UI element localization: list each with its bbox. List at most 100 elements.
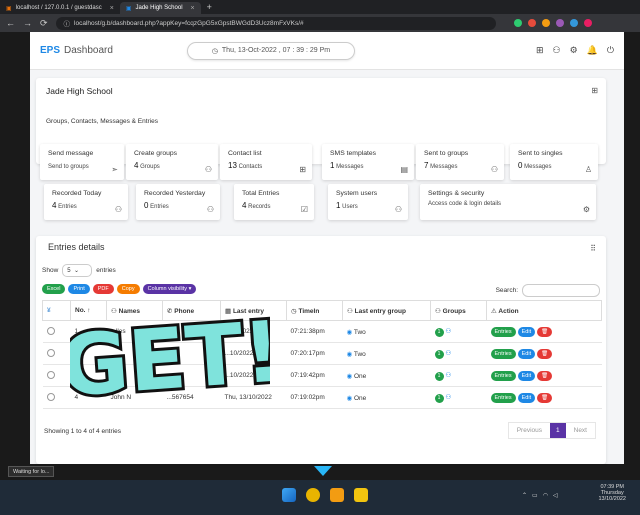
wifi-icon[interactable]: ◠ [543, 492, 548, 499]
row-radio[interactable] [46, 370, 55, 379]
dashboard-header: EPS Dashboard ◷ Thu, 13-Oct-2022 , 07 : … [30, 32, 624, 70]
clock[interactable]: 07:39 PM Thursday 13/10/2022 [598, 484, 626, 502]
grid-icon[interactable]: ⠿ [590, 244, 596, 253]
power-icon[interactable]: ⏻ [607, 45, 614, 56]
eye-icon[interactable]: ◉ [347, 395, 353, 402]
prev-page-button[interactable]: Previous [509, 423, 550, 438]
groups-badge: 1 [434, 393, 444, 403]
extension-icon[interactable] [555, 19, 564, 27]
user-add-icon: ⚇ [206, 205, 214, 214]
browser-tab[interactable]: ▣ localhost / 127.0.0.1 / guestdasc × [0, 2, 120, 14]
stat-sent-to-groups[interactable]: Sent to groups 7 Messages ⚇ [416, 144, 504, 180]
group-icon[interactable]: ⚇ [445, 350, 451, 357]
delete-icon[interactable]: 🗑 [537, 326, 553, 337]
edit-button[interactable]: Edit [517, 370, 536, 381]
volume-icon[interactable]: ◁ [553, 492, 558, 499]
header-actions: ⊞ ⚇ ⚙ 🔔 ⏻ [536, 45, 614, 56]
school-name: Jade High School [46, 86, 113, 96]
browser-tab-active[interactable]: ▣ Jade High School × [119, 2, 201, 14]
datetime-display: ◷ Thu, 13-Oct-2022 , 07 : 39 : 29 Pm [186, 41, 355, 60]
taskbar: ⌃ ▭ ◠ ◁ 07:39 PM Thursday 13/10/2022 [0, 480, 640, 515]
profile-avatar[interactable] [583, 19, 592, 27]
stat-sent-to-singles[interactable]: Sent to singles 0 Messages ♙ [510, 144, 598, 180]
url-text: localhost/g.b/dashboard.php?appKey=fcqzG… [74, 19, 304, 27]
forward-icon[interactable]: → [23, 18, 32, 28]
stat-send-message[interactable]: Send message Send to groups ➣ [40, 144, 124, 180]
url-field[interactable]: ⓘ localhost/g.b/dashboard.php?appKey=fcq… [55, 16, 496, 30]
entries-button[interactable]: Entries [490, 392, 516, 403]
info-icon: ⓘ [63, 21, 71, 28]
group-icon: ⚇ [204, 165, 212, 174]
length-control: Show 5 ⌄ entries [42, 264, 116, 277]
extension-icon[interactable] [541, 19, 550, 27]
print-button[interactable]: Print [68, 284, 90, 294]
copy-button[interactable]: Copy [116, 284, 140, 294]
group-icon[interactable]: ⚇ [445, 328, 451, 335]
next-page-button[interactable]: Next [566, 423, 595, 438]
pagination: Previous 1 Next [507, 422, 596, 439]
eye-icon[interactable]: ◉ [347, 329, 353, 336]
gear-icon[interactable]: ⚙ [570, 45, 578, 56]
group-icon[interactable]: ⚇ [445, 372, 451, 379]
search-input[interactable] [522, 284, 600, 297]
grid-icon[interactable]: ⊞ [591, 86, 598, 95]
edit-button[interactable]: Edit [517, 348, 536, 359]
pdf-button[interactable]: PDF [92, 284, 114, 294]
row-radio[interactable] [46, 392, 55, 401]
stat-sms-templates[interactable]: SMS templates 1 Messages ▤ [322, 144, 414, 180]
extension-icon[interactable] [569, 19, 578, 27]
extension-icon[interactable] [527, 19, 536, 27]
export-buttons: Excel Print PDF Copy Column visibility ▾ [42, 284, 197, 294]
chrome-icon[interactable] [306, 488, 320, 502]
bell-icon[interactable]: 🔔 [587, 45, 598, 56]
folder-icon[interactable] [354, 488, 368, 502]
edit-button[interactable]: Edit [517, 392, 536, 403]
sticker-text: GET! [70, 302, 270, 408]
col-action[interactable]: ⚠ Action [486, 300, 602, 321]
entries-button[interactable]: Entries [490, 370, 516, 381]
battery-icon[interactable]: ▭ [532, 492, 538, 499]
eye-icon[interactable]: ◉ [347, 351, 353, 358]
stat-system-users[interactable]: System users 1 Users ⚇ [328, 184, 408, 220]
entries-button[interactable]: Entries [490, 326, 516, 337]
extension-icon[interactable] [513, 19, 522, 27]
add-icon[interactable]: ⊞ [536, 45, 544, 56]
stat-recorded-yesterday[interactable]: Recorded Yesterday 0 Entries ⚇ [136, 184, 220, 220]
page-title: Dashboard [64, 45, 113, 56]
tab-favicon-icon: ▣ [125, 5, 132, 12]
col-timein[interactable]: ◷ TimeIn [286, 300, 343, 321]
stat-total-entries[interactable]: Total Entries 4 Records ☑ [234, 184, 314, 220]
users-icon[interactable]: ⚇ [553, 45, 561, 56]
new-tab-icon[interactable]: + [207, 2, 212, 12]
contacts-icon: ⊞ [299, 165, 306, 174]
close-icon[interactable]: × [110, 5, 114, 12]
start-icon[interactable] [282, 488, 296, 502]
eye-icon[interactable]: ◉ [347, 373, 353, 380]
user-add-icon: ⚇ [394, 205, 402, 214]
page-button-current[interactable]: 1 [550, 423, 566, 438]
edit-button[interactable]: Edit [517, 326, 536, 337]
reload-icon[interactable]: ⟳ [40, 18, 48, 29]
col-last-entry-group[interactable]: ⚇ Last entry group [342, 300, 431, 321]
col-groups[interactable]: ⚇ Groups [430, 300, 487, 321]
back-icon[interactable]: ← [6, 18, 15, 28]
delete-icon[interactable]: 🗑 [537, 348, 553, 359]
group-icon[interactable]: ⚇ [445, 394, 451, 401]
row-radio[interactable] [46, 348, 55, 357]
length-select[interactable]: 5 ⌄ [62, 264, 93, 277]
row-radio[interactable] [46, 326, 55, 335]
select-all-icon[interactable]: ¥ [42, 300, 71, 321]
sublime-icon[interactable] [330, 488, 344, 502]
column-visibility-button[interactable]: Column visibility ▾ [142, 284, 197, 294]
close-icon[interactable]: × [191, 5, 195, 12]
delete-icon[interactable]: 🗑 [537, 392, 553, 403]
stat-create-groups[interactable]: Create groups 4 Groups ⚇ [126, 144, 218, 180]
delete-icon[interactable]: 🗑 [537, 370, 553, 381]
stat-recorded-today[interactable]: Recorded Today 4 Entries ⚇ [44, 184, 128, 220]
chevron-up-icon[interactable]: ⌃ [522, 492, 527, 499]
stat-settings-security[interactable]: Settings & security Access code & login … [420, 184, 596, 220]
excel-button[interactable]: Excel [42, 284, 66, 294]
logo: EPS [40, 45, 61, 56]
entries-button[interactable]: Entries [490, 348, 516, 359]
stat-contact-list[interactable]: Contact list 13 Contacts ⊞ [220, 144, 312, 180]
